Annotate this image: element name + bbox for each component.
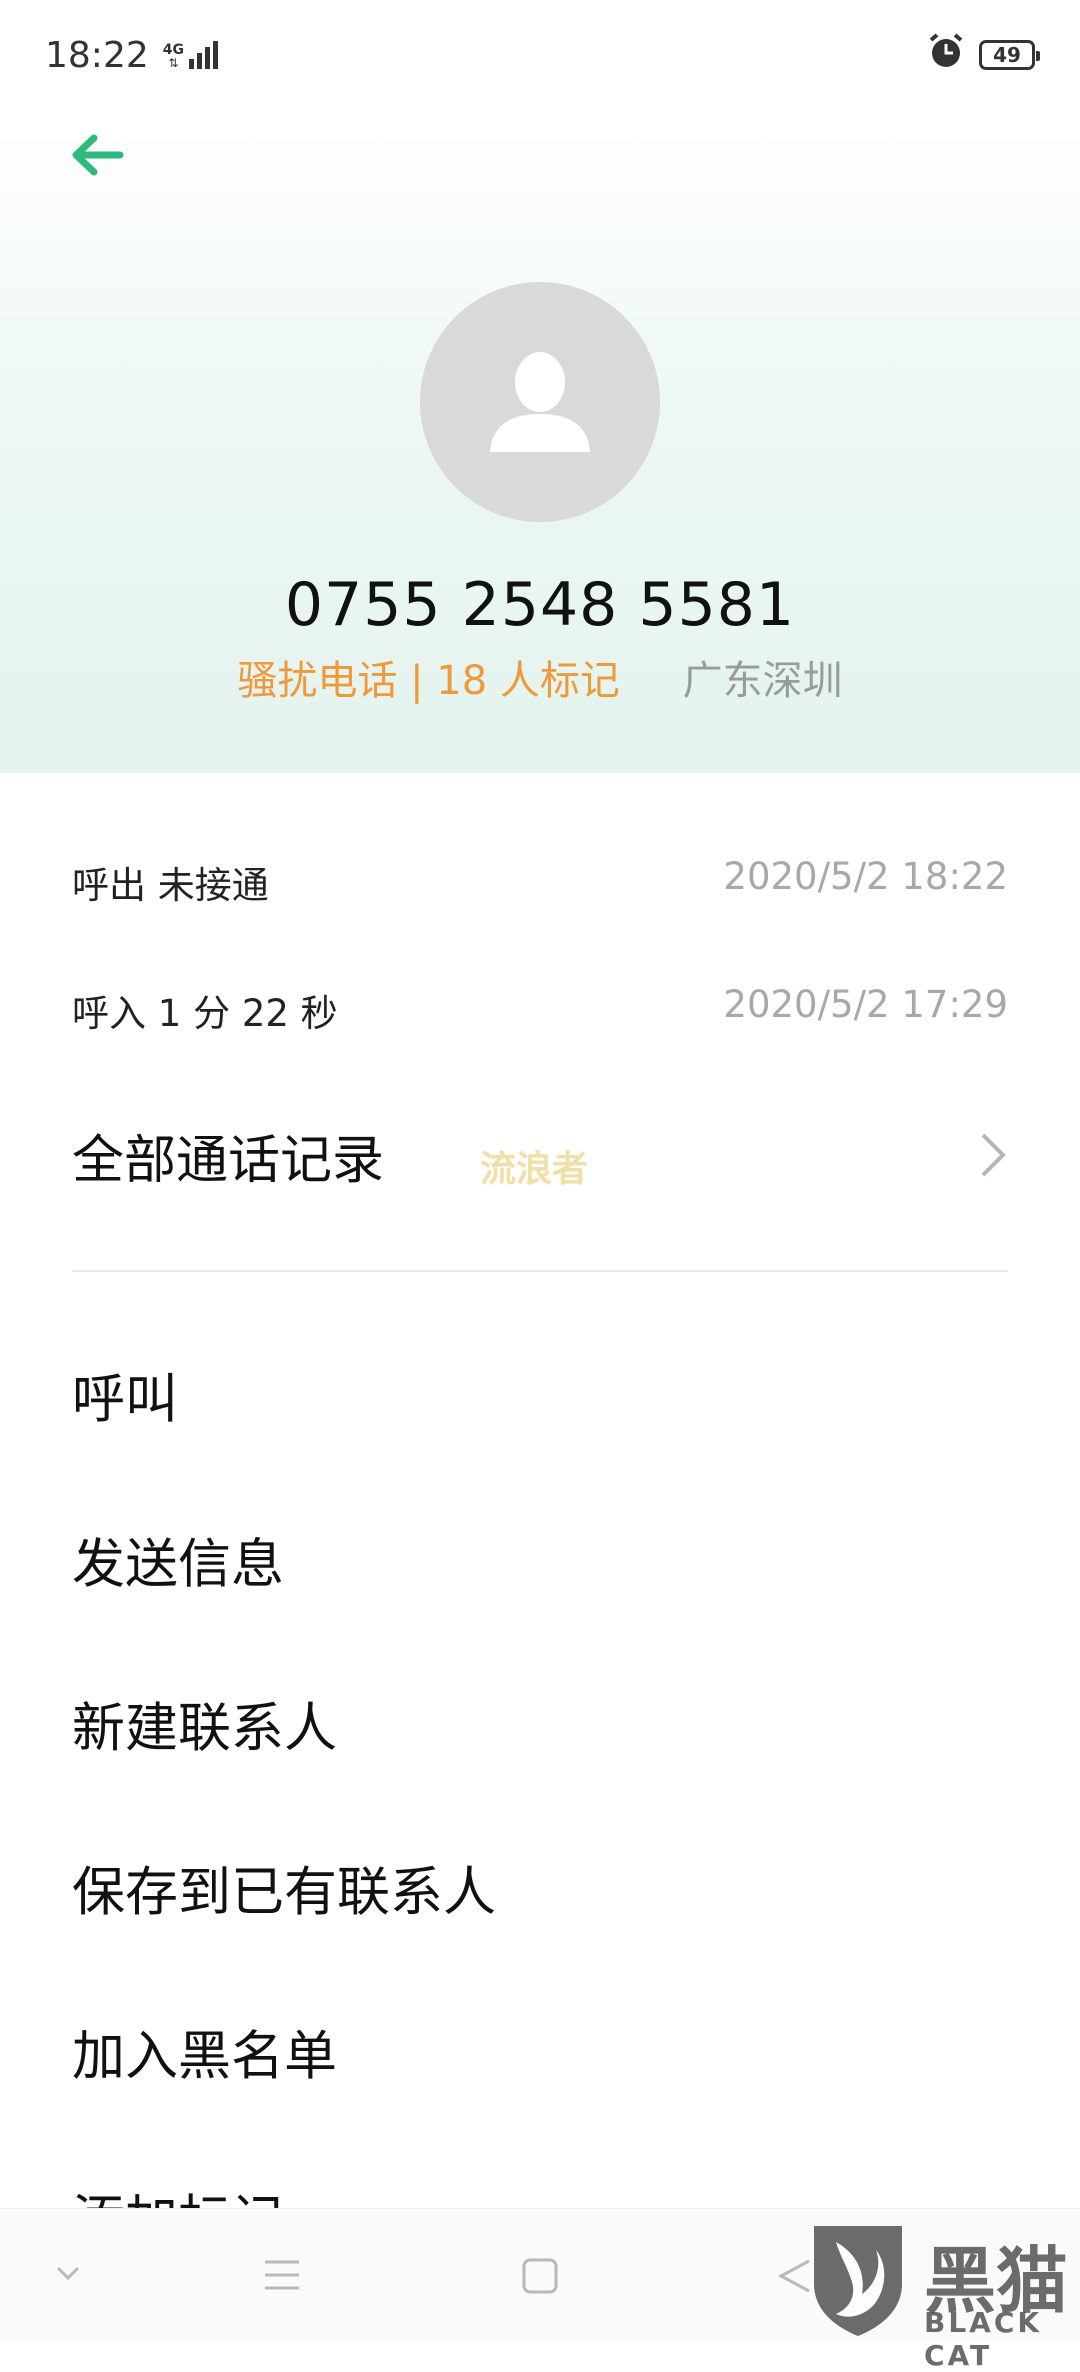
tag-line: 骚扰电话 | 18 人标记 广东深圳 — [0, 648, 1080, 706]
call-button[interactable]: 呼叫 — [72, 1357, 178, 1433]
divider — [72, 1270, 1008, 1272]
menu-icon[interactable] — [262, 2257, 302, 2297]
status-left: 18:22 4G ⇅ — [45, 35, 218, 76]
phone-number: 0755 2548 5581 — [284, 570, 796, 640]
black-cat-shield-icon — [814, 2226, 902, 2336]
add-to-blacklist-button[interactable]: 加入黑名单 — [72, 2014, 337, 2090]
watermark: 流浪者 — [480, 1149, 589, 1190]
hide-nav-icon[interactable] — [52, 2257, 84, 2293]
status-right: 49 — [927, 32, 1040, 79]
avatar — [420, 282, 660, 522]
spam-tag: 骚扰电话 | 18 人标记 — [237, 658, 620, 704]
alarm-icon — [927, 32, 965, 79]
battery-level: 49 — [993, 43, 1021, 67]
new-contact-button[interactable]: 新建联系人 — [72, 1686, 337, 1762]
network-type: 4G — [162, 42, 184, 58]
all-call-records-label: 全部通话记录 — [72, 1130, 385, 1191]
battery-icon: 49 — [979, 40, 1040, 70]
home-icon[interactable] — [521, 2257, 559, 2299]
call-record-label: 呼出 未接通 — [72, 864, 269, 907]
status-time: 18:22 — [45, 34, 149, 76]
call-record-time: 2020/5/2 18:22 — [723, 855, 1008, 898]
call-record: 呼出 未接通 2020/5/2 18:22 — [72, 855, 1008, 909]
person-icon — [490, 352, 590, 452]
call-record-time: 2020/5/2 17:29 — [723, 983, 1008, 1026]
status-bar: 18:22 4G ⇅ 49 — [0, 0, 1080, 110]
phone-location: 广东深圳 — [682, 658, 843, 704]
save-to-contact-button[interactable]: 保存到已有联系人 — [72, 1850, 496, 1926]
brand-sub: BLACK CAT — [924, 2306, 1043, 2372]
black-cat-logo: 黑猫 BLACK CAT — [806, 2222, 1076, 2372]
signal-icon: 4G ⇅ — [163, 41, 218, 69]
call-record: 呼入 1 分 22 秒 2020/5/2 17:29 — [72, 983, 1008, 1037]
call-record-label: 呼入 1 分 22 秒 — [72, 992, 338, 1035]
back-arrow-icon — [72, 134, 124, 176]
chevron-right-icon — [981, 1133, 1006, 1177]
back-button[interactable] — [70, 120, 140, 190]
send-message-button[interactable]: 发送信息 — [72, 1522, 284, 1598]
